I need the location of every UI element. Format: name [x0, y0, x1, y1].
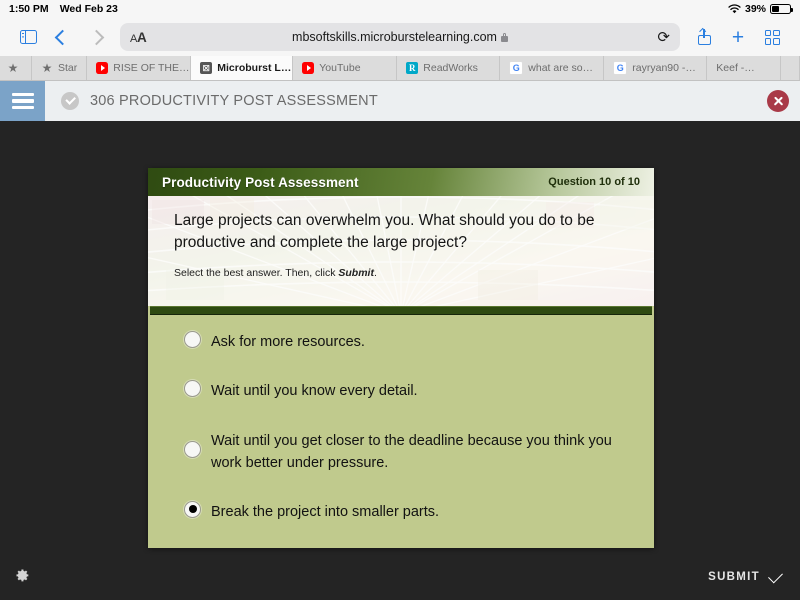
url-text: mbsoftskills.microburstelearning.com	[292, 30, 497, 44]
browser-toolbar: AA mbsoftskills.microburstelearning.com …	[0, 18, 800, 56]
submit-label: SUBMIT	[708, 571, 760, 583]
forward-chevron-icon	[88, 29, 104, 45]
address-bar[interactable]: AA mbsoftskills.microburstelearning.com …	[120, 23, 680, 51]
new-tab-button[interactable]: +	[722, 22, 754, 52]
tab-7[interactable]: Grayryan90 -…	[604, 56, 707, 80]
back-chevron-icon	[54, 29, 70, 45]
tab-label: YouTube	[319, 62, 360, 74]
tabs-overview-button[interactable]	[756, 22, 788, 52]
tab-label: Keef -…	[716, 62, 755, 74]
answer-option-4[interactable]: Break the project into smaller parts.	[148, 501, 654, 523]
clock: 1:50 PM	[9, 3, 49, 15]
hamburger-menu-button[interactable]	[0, 81, 45, 121]
plus-icon: +	[732, 27, 744, 48]
answer-label: Wait until you get closer to the deadlin…	[211, 430, 623, 475]
check-icon	[768, 568, 783, 583]
settings-button[interactable]	[13, 567, 30, 584]
section-divider	[150, 306, 652, 315]
content-area: Productivity Post Assessment Question 10…	[0, 121, 800, 600]
page-title: 306 PRODUCTIVITY POST ASSESSMENT	[90, 93, 378, 109]
instruction-emphasis: Submit	[338, 267, 374, 279]
star-icon: ★	[7, 62, 19, 74]
sidebar-toggle-button[interactable]	[12, 22, 44, 52]
tab-label: Microburst L…	[217, 62, 291, 74]
status-bar-right: 39%	[728, 3, 791, 15]
answer-label: Wait until you know every detail.	[211, 380, 418, 402]
tab-8[interactable]: Keef -…	[707, 56, 781, 80]
tab-label: rayryan90 -…	[632, 62, 696, 74]
submit-button[interactable]: SUBMIT	[708, 571, 782, 583]
radio-button[interactable]	[184, 441, 201, 458]
lock-icon	[501, 33, 508, 42]
answer-list: Ask for more resources. Wait until you k…	[148, 315, 654, 523]
status-bar-left: 1:50 PM Wed Feb 23	[9, 3, 118, 15]
gear-icon	[13, 567, 30, 584]
back-button[interactable]	[46, 22, 78, 52]
battery-percent: 39%	[745, 3, 766, 15]
app-header: 306 PRODUCTIVITY POST ASSESSMENT	[0, 81, 800, 121]
question-panel: Large projects can overwhelm you. What s…	[148, 196, 654, 306]
microburst-icon: ☒	[200, 62, 212, 74]
answer-label: Break the project into smaller parts.	[211, 501, 439, 523]
tab-0[interactable]: ★	[0, 56, 32, 80]
quiz-card-header: Productivity Post Assessment Question 10…	[148, 168, 654, 196]
answer-label: Ask for more resources.	[211, 331, 365, 353]
tab-4[interactable]: YouTube	[293, 56, 397, 80]
tab-strip-filler	[781, 56, 800, 80]
check-circle-icon	[61, 92, 79, 110]
answer-option-2[interactable]: Wait until you know every detail.	[148, 380, 654, 402]
reload-button[interactable]: ⟳	[657, 30, 670, 45]
tab-2[interactable]: RISE OF THE…	[87, 56, 191, 80]
quiz-title: Productivity Post Assessment	[162, 175, 359, 190]
radio-button[interactable]	[184, 380, 201, 397]
close-button[interactable]	[767, 90, 789, 112]
answer-option-1[interactable]: Ask for more resources.	[148, 331, 654, 353]
wifi-icon	[728, 4, 741, 14]
battery-icon	[770, 4, 791, 14]
close-circle-icon	[767, 90, 789, 112]
google-icon: G	[509, 61, 523, 75]
text-size-button[interactable]: AA	[130, 30, 147, 45]
tab-1[interactable]: ★ Star	[32, 56, 87, 80]
question-content: Large projects can overwhelm you. What s…	[148, 196, 654, 279]
tab-label: RISE OF THE…	[113, 62, 189, 74]
youtube-icon	[96, 62, 108, 74]
readworks-icon: R	[406, 62, 418, 74]
star-icon: ★	[41, 62, 53, 74]
answer-option-3[interactable]: Wait until you get closer to the deadlin…	[148, 430, 654, 475]
tab-6[interactable]: Gwhat are so…	[500, 56, 604, 80]
tab-label: ReadWorks	[423, 62, 478, 74]
tab-label: what are so…	[528, 62, 593, 74]
date: Wed Feb 23	[60, 3, 118, 15]
radio-button[interactable]	[184, 331, 201, 348]
hamburger-menu-icon	[12, 93, 34, 96]
sidebar-toggle-icon	[20, 30, 37, 44]
instruction-suffix: .	[374, 267, 377, 279]
tab-5[interactable]: R ReadWorks	[397, 56, 500, 80]
status-bar: 1:50 PM Wed Feb 23 39%	[0, 0, 800, 18]
hamburger-menu-icon-bar	[12, 99, 34, 102]
tab-3[interactable]: ☒ Microburst L…	[191, 56, 293, 80]
instruction-prefix: Select the best answer. Then, click	[174, 267, 338, 279]
address-bar-center: mbsoftskills.microburstelearning.com	[120, 30, 680, 44]
google-icon: G	[613, 61, 627, 75]
radio-button[interactable]	[184, 501, 201, 518]
question-text: Large projects can overwhelm you. What s…	[174, 210, 628, 255]
tabs-grid-icon	[765, 30, 780, 45]
share-icon	[698, 29, 711, 45]
hamburger-menu-icon-bar	[12, 106, 34, 109]
tab-label: Star	[58, 62, 77, 74]
youtube-icon	[302, 62, 314, 74]
tablet-screen: 1:50 PM Wed Feb 23 39% AA mbsoftskills.m…	[0, 0, 800, 600]
quiz-card: Productivity Post Assessment Question 10…	[148, 168, 654, 548]
forward-button[interactable]	[80, 22, 112, 52]
question-instruction: Select the best answer. Then, click Subm…	[174, 267, 628, 279]
question-counter: Question 10 of 10	[548, 176, 640, 188]
tab-strip: ★ ★ Star RISE OF THE… ☒ Microburst L… YouT…	[0, 56, 800, 81]
share-button[interactable]	[688, 22, 720, 52]
